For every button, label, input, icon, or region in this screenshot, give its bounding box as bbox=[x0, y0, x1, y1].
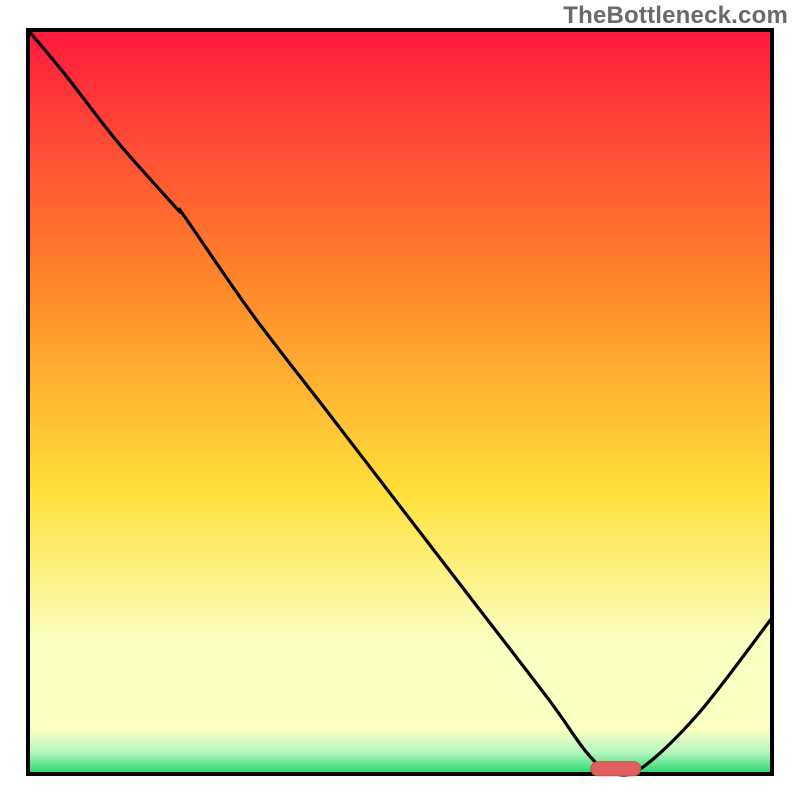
bottleneck-chart bbox=[0, 0, 800, 800]
chart-stage: TheBottleneck.com bbox=[0, 0, 800, 800]
plot-background bbox=[28, 30, 772, 774]
optimal-marker bbox=[591, 762, 641, 776]
watermark-text: TheBottleneck.com bbox=[563, 2, 788, 30]
